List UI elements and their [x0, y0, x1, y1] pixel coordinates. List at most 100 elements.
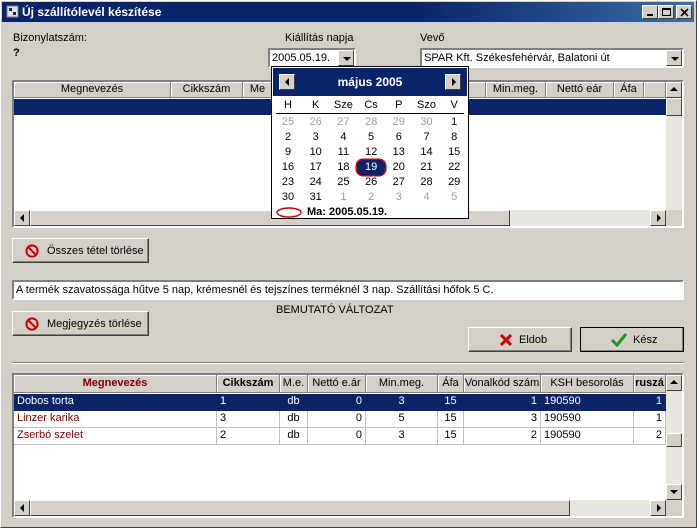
calendar-day[interactable]: 7	[413, 130, 441, 145]
calendar-day[interactable]: 6	[385, 130, 413, 145]
clear-note-button[interactable]: Megjegyzés törlése	[12, 311, 149, 336]
issue-date-value[interactable]: 2005.05.19.	[272, 52, 330, 64]
calendar-day[interactable]: 29	[440, 175, 468, 190]
items-column-header[interactable]: Nettó eár	[546, 82, 614, 98]
product-cell[interactable]: 190590	[541, 394, 634, 411]
product-cell[interactable]: 0	[308, 411, 366, 428]
calendar-today-row[interactable]: Ma: 2005.05.19.	[276, 205, 466, 219]
calendar-day[interactable]: 13	[385, 145, 413, 160]
calendar-day[interactable]: 23	[274, 175, 302, 190]
calendar-day[interactable]: 2	[357, 190, 385, 205]
items-column-header[interactable]: Áfa	[614, 82, 644, 98]
calendar-day[interactable]: 1	[329, 190, 357, 205]
calendar-day[interactable]: 5	[440, 190, 468, 205]
product-cell[interactable]: 1	[634, 394, 666, 411]
items-vertical-scrollbar[interactable]	[666, 82, 682, 210]
product-cell[interactable]: 0	[308, 394, 366, 411]
scroll-up-button[interactable]	[666, 375, 682, 391]
calendar-day[interactable]: 31	[302, 190, 330, 205]
calendar-day[interactable]: 30	[413, 115, 441, 130]
calendar-day[interactable]: 14	[413, 145, 441, 160]
scroll-right-button[interactable]	[650, 210, 666, 226]
scroll-thumb[interactable]	[666, 433, 682, 447]
calendar-day[interactable]: 5	[357, 130, 385, 145]
products-grid[interactable]: Megnevezés Cikkszám M.e. Nettó e.ár Min.meg.…	[14, 375, 666, 500]
products-column-header[interactable]: Nettó e.ár	[308, 375, 366, 393]
products-column-header[interactable]: Megnevezés	[14, 375, 217, 393]
products-table[interactable]: Megnevezés Cikkszám M.e. Nettó e.ár Min.meg.…	[12, 373, 684, 518]
calendar-day[interactable]: 24	[302, 175, 330, 190]
products-column-header[interactable]: Áfa	[438, 375, 464, 393]
product-cell[interactable]: 2	[464, 428, 541, 445]
product-cell[interactable]: 15	[438, 428, 464, 445]
maximize-button[interactable]	[658, 5, 674, 19]
product-name-cell[interactable]: Dobos torta	[14, 394, 217, 411]
product-cell[interactable]: 3	[366, 428, 438, 445]
calendar-day[interactable]: 25	[329, 175, 357, 190]
today-label[interactable]: Ma: 2005.05.19.	[307, 206, 387, 218]
product-cell[interactable]: 1	[217, 394, 280, 411]
calendar-day[interactable]: 17	[302, 160, 330, 175]
scroll-thumb[interactable]	[666, 98, 682, 116]
calendar-day[interactable]: 1	[440, 115, 468, 130]
calendar-day[interactable]: 27	[385, 175, 413, 190]
calendar-grid[interactable]: 25 26 27 28 29 30 1 2 3 4 5 6 7 8 9 10 11 12 13 14 15 16 17 18 1…	[274, 115, 468, 205]
product-cell[interactable]: 190590	[541, 411, 634, 428]
product-cell[interactable]: 3	[464, 411, 541, 428]
items-column-header[interactable]: Cikkszám	[171, 82, 243, 98]
product-cell[interactable]: 15	[438, 394, 464, 411]
calendar-day[interactable]: 26	[302, 115, 330, 130]
calendar-day[interactable]: 4	[413, 190, 441, 205]
note-text[interactable]: A termék szavatossága hűtve 5 nap, kréme…	[16, 284, 494, 296]
buyer-dropdown-button[interactable]	[666, 50, 682, 66]
scroll-left-button[interactable]	[14, 500, 30, 516]
product-cell[interactable]: 0	[308, 428, 366, 445]
calendar-day[interactable]: 16	[274, 160, 302, 175]
products-column-header[interactable]: ruszá	[634, 375, 666, 393]
calendar-day[interactable]: 18	[329, 160, 357, 175]
calendar-day[interactable]: 28	[357, 115, 385, 130]
products-horizontal-scrollbar[interactable]	[14, 500, 666, 516]
calendar-day[interactable]: 21	[413, 160, 441, 175]
calendar-day[interactable]: 3	[385, 190, 413, 205]
calendar-day[interactable]: 9	[274, 145, 302, 160]
back-button[interactable]: Eldob	[468, 327, 572, 352]
calendar-day[interactable]: 20	[385, 160, 413, 175]
calendar-day[interactable]: 25	[274, 115, 302, 130]
product-cell[interactable]: 3	[217, 411, 280, 428]
product-cell[interactable]: 1	[634, 411, 666, 428]
minimize-button[interactable]	[642, 5, 658, 19]
product-cell[interactable]: 190590	[541, 428, 634, 445]
products-column-header[interactable]: Vonalkód szám	[464, 375, 541, 393]
calendar-day[interactable]: 3	[302, 130, 330, 145]
calendar-day[interactable]: 30	[274, 190, 302, 205]
product-name-cell[interactable]: Linzer karika	[14, 411, 217, 428]
clear-all-button[interactable]: Összes tétel törlése	[12, 238, 149, 263]
close-button[interactable]	[676, 5, 692, 19]
items-column-header[interactable]: Min.meg.	[486, 82, 546, 98]
buyer-combo[interactable]: SPAR Kft. Székesfehérvár, Balatoni út	[420, 48, 684, 68]
products-column-header[interactable]: Cikkszám	[217, 375, 280, 393]
calendar-day[interactable]: 29	[385, 115, 413, 130]
calendar-popup[interactable]: május 2005 H K Sze Cs P Szo V 25 26 27 28 29 30 1 2 3 4…	[271, 66, 469, 219]
product-cell[interactable]: 1	[464, 394, 541, 411]
title-bar[interactable]: Új szállítólevél készítése	[2, 2, 694, 22]
product-cell[interactable]: 3	[366, 394, 438, 411]
items-column-header-extra[interactable]	[644, 82, 666, 98]
buyer-value[interactable]: SPAR Kft. Székesfehérvár, Balatoni út	[424, 52, 610, 64]
done-button[interactable]: Kész	[580, 327, 684, 352]
scroll-left-button[interactable]	[14, 210, 30, 226]
products-column-header[interactable]: Min.meg.	[366, 375, 438, 393]
calendar-day[interactable]: 4	[329, 130, 357, 145]
note-field[interactable]: A termék szavatossága hűtve 5 nap, kréme…	[12, 280, 684, 300]
calendar-day[interactable]: 27	[329, 115, 357, 130]
product-name-cell[interactable]: Zserbó szelet	[14, 428, 217, 445]
scroll-thumb-horizontal[interactable]	[30, 500, 570, 516]
calendar-day[interactable]: 22	[440, 160, 468, 175]
calendar-day[interactable]: 12	[357, 145, 385, 160]
products-vertical-scrollbar[interactable]	[666, 375, 682, 500]
scroll-up-button[interactable]	[666, 82, 682, 98]
calendar-day-selected[interactable]: 19	[357, 160, 386, 175]
product-cell[interactable]: 5	[366, 411, 438, 428]
product-cell[interactable]: db	[280, 394, 308, 411]
